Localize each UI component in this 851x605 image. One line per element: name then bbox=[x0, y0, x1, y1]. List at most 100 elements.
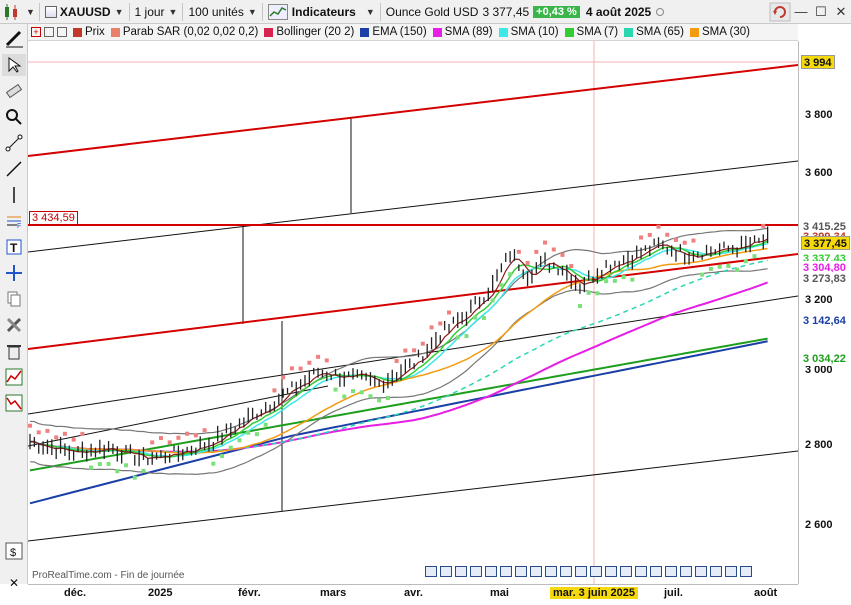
text-tool[interactable]: T bbox=[2, 236, 26, 258]
event-marker-icon[interactable] bbox=[530, 566, 542, 577]
chart-icon bbox=[44, 5, 57, 18]
event-marker-icon[interactable] bbox=[725, 566, 737, 577]
sar-dot bbox=[525, 260, 530, 265]
event-marker-icon[interactable] bbox=[455, 566, 467, 577]
properties-tool[interactable] bbox=[2, 314, 26, 336]
sar-dot bbox=[385, 396, 390, 401]
date-tick: avr. bbox=[404, 587, 423, 599]
legend-label: SMA (89) bbox=[444, 26, 493, 38]
date-tick: 2025 bbox=[148, 587, 173, 599]
collapse-tool[interactable]: ✕ bbox=[2, 572, 26, 594]
sar-dot bbox=[604, 279, 609, 284]
price-chart[interactable] bbox=[27, 41, 799, 584]
legend-item[interactable]: SMA (89) bbox=[427, 26, 493, 38]
price-axis[interactable]: 3 800 3 600 3 200 3 000 2 800 2 600 3 994 3 415… bbox=[798, 41, 851, 584]
event-marker-icon[interactable] bbox=[605, 566, 617, 577]
ruler-tool[interactable] bbox=[2, 80, 26, 102]
legend-item[interactable]: SMA (7) bbox=[559, 26, 618, 38]
units-selector[interactable]: 100 unités ▼ bbox=[185, 2, 259, 22]
close-icon: ✕ bbox=[8, 576, 20, 590]
event-marker-icon[interactable] bbox=[500, 566, 512, 577]
event-marker-icon[interactable] bbox=[620, 566, 632, 577]
sar-dot bbox=[420, 341, 425, 346]
sar-dot bbox=[333, 387, 338, 392]
sar-dot bbox=[560, 252, 565, 257]
sar-dot bbox=[80, 431, 85, 436]
legend-item[interactable]: EMA (150) bbox=[354, 26, 427, 38]
resistance-line bbox=[27, 64, 799, 157]
horizontal-level-label[interactable]: 3 434,59 bbox=[29, 211, 78, 225]
event-marker-icon[interactable] bbox=[650, 566, 662, 577]
legend-window-icon[interactable] bbox=[57, 27, 67, 37]
event-marker-icon[interactable] bbox=[695, 566, 707, 577]
legend-label: Parab SAR (0,02 0,02 0,2) bbox=[122, 26, 259, 38]
sar-dot bbox=[246, 430, 251, 435]
tools-icon bbox=[6, 317, 22, 333]
refresh-icon bbox=[769, 2, 791, 21]
event-marker-icon[interactable] bbox=[680, 566, 692, 577]
sar-dot bbox=[656, 224, 661, 229]
segment-tool[interactable] bbox=[2, 132, 26, 154]
sar-dot bbox=[551, 247, 556, 252]
refresh-button[interactable] bbox=[769, 2, 791, 22]
pen-tool[interactable] bbox=[2, 27, 26, 49]
fibonacci-tool[interactable]: F bbox=[2, 210, 26, 232]
legend-item[interactable]: SMA (65) bbox=[618, 26, 684, 38]
event-marker-icon[interactable] bbox=[635, 566, 647, 577]
close-button[interactable]: ✕ bbox=[831, 4, 851, 20]
date-axis[interactable]: déc. 2025 févr. mars avr. mai mar. 3 juin 2025… bbox=[28, 584, 798, 605]
channel-line bbox=[27, 160, 799, 253]
event-marker-icon[interactable] bbox=[425, 566, 437, 577]
price-tag: 3 034,22 bbox=[801, 352, 848, 366]
event-marker-icon[interactable] bbox=[710, 566, 722, 577]
top-toolbar: ▼ XAUUSD ▼ 1 jour ▼ 100 unités ▼ Indicat… bbox=[0, 0, 851, 24]
legend-item[interactable]: SMA (10) bbox=[493, 26, 559, 38]
sma-icon bbox=[624, 27, 634, 37]
event-marker-icon[interactable] bbox=[560, 566, 572, 577]
event-marker-icon[interactable] bbox=[740, 566, 752, 577]
sar-dot bbox=[324, 358, 329, 363]
event-marker-icon[interactable] bbox=[485, 566, 497, 577]
minimize-button[interactable]: — bbox=[791, 4, 811, 19]
copy-tool[interactable] bbox=[2, 288, 26, 310]
symbol-selector[interactable]: XAUUSD ▼ bbox=[42, 2, 127, 22]
svg-text:F: F bbox=[17, 223, 21, 230]
sar-dot bbox=[350, 389, 355, 394]
sar-dot bbox=[28, 423, 32, 428]
legend-item[interactable]: Parab SAR (0,02 0,02 0,2) bbox=[105, 26, 259, 38]
sar-dot bbox=[167, 440, 172, 445]
chart-indicator-tool-1[interactable] bbox=[2, 366, 26, 388]
event-marker-icon[interactable] bbox=[515, 566, 527, 577]
legend-back-icon[interactable] bbox=[44, 27, 54, 37]
bollinger-upper bbox=[29, 227, 768, 435]
event-marker-icon[interactable] bbox=[590, 566, 602, 577]
indicators-button[interactable]: Indicateurs ▼ bbox=[265, 2, 378, 22]
svg-text:T: T bbox=[10, 241, 18, 255]
legend-item[interactable]: SMA (30) bbox=[684, 26, 750, 38]
event-marker-icon[interactable] bbox=[470, 566, 482, 577]
timeframe-selector[interactable]: 1 jour ▼ bbox=[132, 2, 181, 22]
zoom-tool[interactable] bbox=[2, 106, 26, 128]
chart-type-selector[interactable]: ▼ bbox=[0, 2, 37, 22]
sar-dot bbox=[89, 465, 94, 470]
sar-dot bbox=[263, 422, 268, 427]
candles-icon bbox=[5, 3, 17, 20]
legend-add-icon[interactable]: + bbox=[31, 27, 41, 37]
chart-indicator-tool-2[interactable] bbox=[2, 392, 26, 414]
event-marker-icon[interactable] bbox=[440, 566, 452, 577]
chart-canvas[interactable] bbox=[27, 41, 799, 584]
vertical-line-tool[interactable] bbox=[2, 184, 26, 206]
event-marker-icon[interactable] bbox=[545, 566, 557, 577]
legend-item[interactable]: Prix bbox=[67, 26, 105, 38]
cursor-tool[interactable] bbox=[2, 54, 26, 76]
legend-item[interactable]: Bollinger (20 2) bbox=[258, 26, 354, 38]
delete-tool[interactable] bbox=[2, 340, 26, 362]
trendline-tool[interactable] bbox=[2, 158, 26, 180]
maximize-button[interactable]: ☐ bbox=[811, 4, 831, 20]
alert-tool[interactable]: $ bbox=[2, 540, 26, 562]
move-tool[interactable] bbox=[2, 262, 26, 284]
event-marker-icon[interactable] bbox=[575, 566, 587, 577]
event-marker-icon[interactable] bbox=[665, 566, 677, 577]
vertical-line-icon bbox=[13, 187, 15, 203]
sar-dot bbox=[412, 348, 417, 353]
